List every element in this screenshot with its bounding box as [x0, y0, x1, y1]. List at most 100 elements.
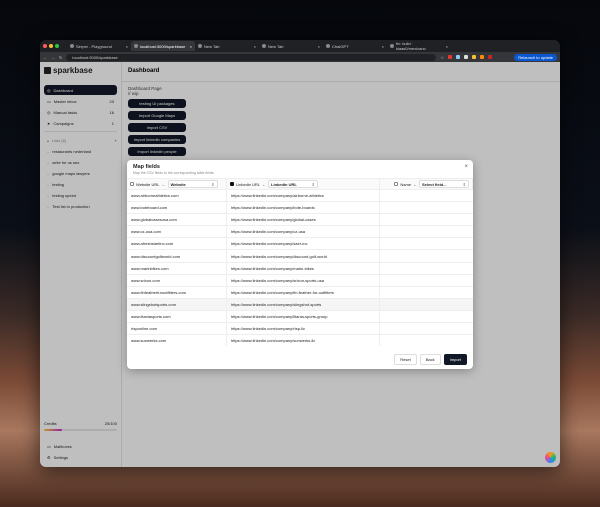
table-row: www.cz-usa.com https://www.linkedin.com/c… [127, 226, 473, 239]
favicon-icon [390, 44, 394, 48]
field-mapping-row: Website URL ← Website ⇕ Linkedin URL ← LinkedI… [127, 178, 473, 190]
table-row: www.sunwerks.com https://www.linkedin.com… [127, 335, 473, 346]
website-cell: www.discountgolfworld.com [127, 250, 227, 262]
browser-tab[interactable]: ChatGPT × [323, 41, 387, 51]
favicon-icon [262, 44, 266, 48]
website-cell: rtsponline.com [127, 323, 227, 335]
table-row: www.finfeatherfuroutfitters.com https://w… [127, 286, 473, 299]
extension-icon[interactable] [471, 55, 476, 59]
table-row: www.marinbikes.com https://www.linkedin.c… [127, 262, 473, 275]
table-row: www.litaniasports.com https://www.linkedi… [127, 310, 473, 324]
extension-icon[interactable] [455, 55, 460, 59]
website-cell: www.boteboard.com [127, 202, 227, 214]
dialog-title: Map fields [133, 164, 160, 170]
browser-tab[interactable]: Serper - Playground × [67, 41, 131, 51]
website-cell: www.airborneathletics.com [127, 190, 227, 202]
import-button[interactable]: Import [443, 354, 467, 365]
chevron-updown-icon: ⇕ [311, 181, 316, 187]
tab-label: fix: build · klaas0/mexicano [395, 41, 426, 51]
reload-icon[interactable]: ↻ [59, 55, 62, 60]
close-tab-icon[interactable]: × [190, 44, 192, 49]
website-cell: www.sunwerks.com [127, 335, 227, 346]
linkedin-cell: https://www.linkedin.com/company/airborn… [227, 190, 380, 202]
mapping-cell: Website URL ← Website ⇕ [127, 179, 227, 189]
table-row: www.srixon.com https://www.linkedin.com/c… [127, 274, 473, 287]
table-row: www.slingshotsports.com https://www.linke… [127, 298, 473, 311]
linkedin-cell: https://www.linkedin.com/company/slingsh… [227, 298, 380, 310]
chevron-updown-icon: ⇕ [462, 181, 466, 187]
bookmark-star-icon[interactable]: ☆ [440, 55, 444, 60]
website-cell: www.globalcasesusa.com [127, 214, 227, 226]
tab-bar: Serper - Playground × localhost:3000/spark… [40, 40, 560, 52]
csv-column-label: Linkedin URL [236, 181, 261, 187]
back-icon[interactable]: ← [43, 55, 47, 60]
url-input[interactable]: localhost:3000/sparkbase [66, 53, 437, 61]
arrow-left-icon: ← [161, 181, 166, 187]
extension-icon[interactable] [487, 55, 492, 59]
window-controls[interactable] [43, 44, 59, 48]
include-checkbox[interactable] [394, 182, 399, 186]
close-tab-icon[interactable]: × [254, 44, 256, 49]
user-avatar[interactable] [545, 452, 556, 463]
linkedin-cell: https://www.linkedin.com/company/sunwerk… [227, 335, 380, 346]
extension-icon[interactable] [463, 55, 468, 59]
linkedin-cell: https://www.linkedin.com/company/rtsp-ll… [227, 323, 380, 335]
include-checkbox[interactable] [130, 182, 134, 186]
field-select[interactable]: Select field... ⇕ [419, 180, 469, 188]
linkedin-cell: https://www.linkedin.com/company/litania… [227, 310, 380, 323]
linkedin-cell: https://www.linkedin.com/company/marin-b… [227, 262, 380, 274]
website-cell: www.srixon.com [127, 274, 227, 286]
field-select[interactable]: LinkedIn URL ⇕ [268, 180, 319, 188]
table-row: www.afreshstartinc.com https://www.linked… [127, 238, 473, 251]
website-cell: www.slingshotsports.com [127, 298, 227, 310]
chevron-updown-icon: ⇕ [211, 181, 215, 187]
favicon-icon [134, 44, 138, 48]
table-row: rtsponline.com https://www.linkedin.com/c… [127, 323, 473, 336]
forward-icon[interactable]: → [51, 55, 55, 60]
linkedin-cell: https://www.linkedin.com/company/global-… [227, 214, 380, 226]
csv-column-label: Name [400, 181, 411, 187]
linkedin-cell: https://www.linkedin.com/company/saer-in… [227, 238, 380, 250]
favicon-icon [326, 44, 330, 48]
tab-label: New Tab [268, 43, 284, 49]
include-checkbox[interactable] [230, 182, 234, 186]
table-row: www.boteboard.com https://www.linkedin.co… [127, 202, 473, 215]
preview-table[interactable]: www.airborneathletics.com https://www.lin… [127, 190, 473, 346]
table-row: www.discountgolfworld.com https://www.lin… [127, 250, 473, 263]
table-row: www.globalcasesusa.com https://www.linked… [127, 214, 473, 227]
extension-icon[interactable] [479, 55, 484, 59]
browser-tab[interactable]: localhost:3000/sparkbase × [131, 41, 195, 51]
arrow-left-icon: ← [262, 181, 267, 187]
website-cell: www.litaniasports.com [127, 310, 227, 323]
table-row: www.airborneathletics.com https://www.lin… [127, 190, 473, 203]
linkedin-cell: https://www.linkedin.com/company/cz-usa [227, 226, 380, 238]
browser-tab[interactable]: New Tab × [195, 41, 259, 51]
close-tab-icon[interactable]: × [382, 44, 384, 49]
close-tab-icon[interactable]: × [126, 44, 128, 49]
linkedin-cell: https://www.linkedin.com/company/fin-fea… [227, 286, 380, 298]
relaunch-button[interactable]: Relaunch to update [514, 53, 557, 61]
browser-tab[interactable]: fix: build · klaas0/mexicano × [387, 41, 451, 51]
csv-column-label: Website URL [136, 181, 160, 187]
field-select[interactable]: Website ⇕ [167, 180, 218, 188]
extension-icon[interactable] [447, 55, 452, 59]
close-icon[interactable]: × [464, 164, 468, 170]
close-tab-icon[interactable]: × [318, 44, 320, 49]
browser-tab[interactable]: New Tab × [259, 41, 323, 51]
linkedin-cell: https://www.linkedin.com/company/discoun… [227, 250, 380, 262]
address-bar-row: ← → ↻ localhost:3000/sparkbase ☆ Relaunch … [40, 52, 560, 62]
map-fields-dialog: Map fields Map the CSV fields to the corr… [127, 160, 473, 369]
linkedin-cell: https://www.linkedin.com/company/srixon-… [227, 274, 380, 286]
close-tab-icon[interactable]: × [446, 44, 448, 49]
website-cell: www.finfeatherfuroutfitters.com [127, 286, 227, 298]
back-button[interactable]: Back [419, 354, 441, 365]
website-cell: www.marinbikes.com [127, 262, 227, 274]
mapping-cell: Linkedin URL ← LinkedIn URL ⇕ [227, 179, 380, 189]
reset-button[interactable]: Reset [394, 354, 417, 365]
linkedin-cell: https://www.linkedin.com/company/bote-bo… [227, 202, 380, 214]
website-cell: www.afreshstartinc.com [127, 238, 227, 250]
favicon-icon [198, 44, 202, 48]
dialog-subtitle: Map the CSV fields to the corresponding … [133, 171, 215, 175]
arrow-left-icon: ← [413, 181, 417, 187]
tab-label: Serper - Playground [76, 43, 112, 49]
